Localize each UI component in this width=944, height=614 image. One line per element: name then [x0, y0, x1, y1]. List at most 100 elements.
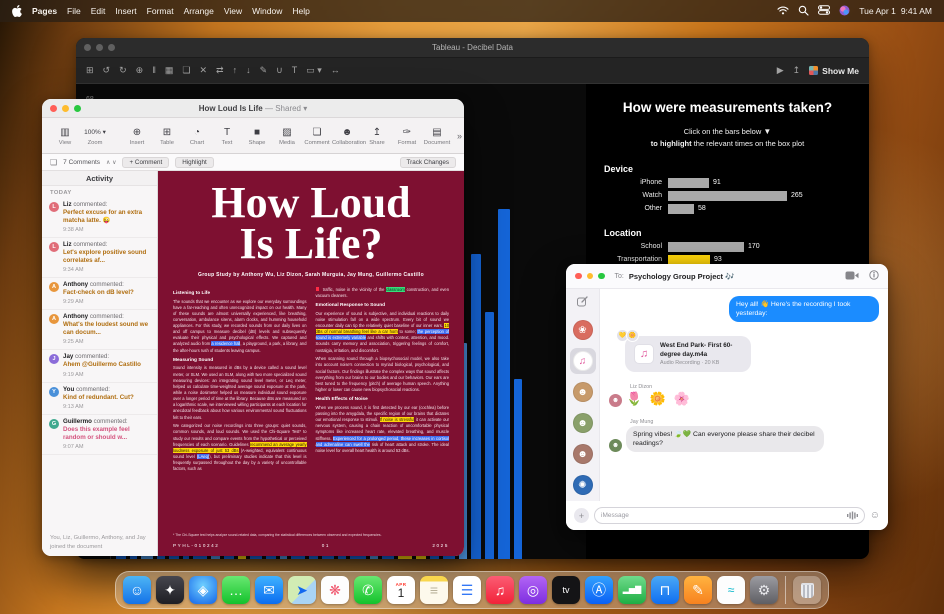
apple-menu-icon[interactable] — [12, 5, 22, 17]
highlight-button[interactable]: Highlight — [175, 157, 214, 168]
redo-icon[interactable]: ↻ — [119, 66, 127, 75]
conversation-avatar[interactable]: ☻ — [570, 379, 596, 405]
panel-bar-watch[interactable] — [668, 191, 787, 201]
dock-notes[interactable]: ≡ — [420, 576, 448, 604]
search-icon[interactable] — [798, 5, 809, 18]
toolbar-overflow-chevron[interactable]: » — [457, 131, 462, 141]
menu-arrange[interactable]: Arrange — [184, 6, 214, 16]
dock-maps[interactable]: ➤ — [288, 576, 316, 604]
app-menu-pages[interactable]: Pages — [32, 6, 57, 16]
sent-message-bubble[interactable]: Hey all! 👋 Here's the recording I took y… — [729, 296, 879, 322]
presentation-mode-icon[interactable]: ▶ — [777, 66, 784, 75]
menu-clock[interactable]: Tue Apr 1 9:41 AM — [859, 6, 932, 16]
share-workbook-icon[interactable]: ↥ — [793, 66, 801, 75]
toolbar-view[interactable]: ▥View — [50, 126, 80, 146]
audio-attachment[interactable]: 💛 🌼 ♫ West End Park- First 60-degree day… — [625, 336, 751, 371]
highlight-icon[interactable]: ✎ — [260, 66, 268, 75]
menu-insert[interactable]: Insert — [115, 6, 136, 16]
dock-messages[interactable]: … — [222, 576, 250, 604]
toolbar-table[interactable]: ⊞Table — [152, 126, 182, 146]
video-call-icon[interactable] — [845, 267, 859, 285]
toolbar-share[interactable]: ↥Share — [362, 126, 392, 146]
pause-updates-icon[interactable]: ‖ — [152, 66, 156, 75]
tableau-titlebar[interactable]: Tableau - Decibel Data — [76, 38, 869, 58]
audio-message-icon[interactable] — [847, 507, 858, 525]
sort-ascending-icon[interactable]: ↑ — [233, 66, 238, 75]
dock-finder[interactable]: ☺ — [123, 576, 151, 604]
dock-trash[interactable] — [793, 576, 821, 604]
wifi-icon[interactable] — [777, 6, 789, 17]
control-center-icon[interactable] — [818, 5, 830, 17]
received-message-bubble[interactable]: Spring vibes! 🍃💚 Can everyone please sha… — [626, 426, 824, 452]
toolbar-document[interactable]: ▤Document — [422, 126, 452, 146]
comments-count[interactable]: 7 Comments — [63, 159, 100, 166]
toolbar-text[interactable]: TText — [212, 126, 242, 146]
dock-app-store[interactable]: Ⓐ — [585, 576, 613, 604]
dock-keynote[interactable]: ⊓ — [651, 576, 679, 604]
sender-avatar[interactable]: ☻ — [609, 439, 622, 452]
dock-freeform[interactable]: ≈ — [717, 576, 745, 604]
tapback-emoji[interactable]: 🌼 — [626, 329, 639, 342]
conversation-avatar[interactable]: ❀ — [570, 317, 596, 343]
add-attachment-button[interactable]: + — [574, 508, 589, 523]
panel-bar-school[interactable] — [668, 242, 744, 252]
dock-numbers[interactable]: ▂▅▇ — [618, 576, 646, 604]
toolbar-comment[interactable]: ❏Comment — [302, 126, 332, 146]
box-plot-bar[interactable] — [485, 312, 494, 559]
dock-podcasts[interactable]: ◎ — [519, 576, 547, 604]
dock-pages[interactable]: ✎ — [684, 576, 712, 604]
message-input-field[interactable] — [594, 507, 865, 524]
emoji-picker-icon[interactable]: ☺ — [870, 510, 880, 521]
dock-photos[interactable]: ❋ — [321, 576, 349, 604]
conversation-avatar[interactable]: ☻ — [570, 410, 596, 436]
attachment-card[interactable]: ♫ West End Park- First 60-degree day.m4a… — [625, 336, 751, 371]
show-mark-labels-icon[interactable]: T — [292, 66, 298, 75]
menu-format[interactable]: Format — [147, 6, 174, 16]
menu-view[interactable]: View — [224, 6, 242, 16]
comments-panel-icon[interactable]: ❏ — [50, 158, 57, 167]
fit-selector[interactable]: ▭ ▾ — [306, 66, 322, 75]
activity-header[interactable]: Activity — [42, 171, 157, 186]
toolbar-collaboration[interactable]: ☻Collaboration — [332, 126, 362, 146]
conversation-title[interactable]: Psychology Group Project 🎶 — [629, 272, 735, 281]
box-plot-bar[interactable] — [514, 379, 522, 559]
message-input[interactable] — [601, 512, 843, 519]
toolbar-media[interactable]: ▨Media — [272, 126, 302, 146]
dock-launchpad[interactable]: ✦ — [156, 576, 184, 604]
add-data-icon[interactable]: ⊕ — [136, 66, 144, 75]
close-button[interactable] — [575, 273, 582, 280]
dock-calendar[interactable]: APR1 — [387, 576, 415, 604]
panel-bar-iphone[interactable] — [668, 178, 709, 188]
sender-avatar[interactable]: ☻ — [609, 394, 622, 407]
panel-bar-other[interactable] — [668, 204, 694, 214]
dock-tv[interactable]: tv — [552, 576, 580, 604]
add-comment-button[interactable]: + Comment — [122, 157, 169, 168]
dock-safari[interactable]: ◈ — [189, 576, 217, 604]
flower-emojis-message[interactable]: 🌷 🌼 🌸 — [626, 391, 692, 407]
fit-width-icon[interactable]: ↔ — [331, 66, 340, 75]
undo-icon[interactable]: ↺ — [103, 66, 111, 75]
conversation-avatar[interactable]: ♫ — [570, 348, 596, 374]
document-page[interactable]: How Loud Is Life? Group Study by Anthony… — [158, 171, 464, 556]
dock-mail[interactable]: ✉ — [255, 576, 283, 604]
comment-item[interactable]: AAnthony commented:Fact-check on dB leve… — [42, 278, 157, 310]
conversation-avatar[interactable]: ✺ — [570, 472, 596, 498]
toolbar-format[interactable]: ✑Format — [392, 126, 422, 146]
tableau-logo-icon[interactable]: ⊞ — [86, 66, 94, 75]
minimize-button[interactable] — [587, 273, 594, 280]
comment-item[interactable]: LLiz commented:Let's explore positive so… — [42, 238, 157, 278]
dock-music[interactable]: ♫ — [486, 576, 514, 604]
sort-descending-icon[interactable]: ↓ — [246, 66, 251, 75]
dock-reminders[interactable]: ☰ — [453, 576, 481, 604]
new-worksheet-icon[interactable]: ▦ — [165, 66, 174, 75]
comment-nav-arrows[interactable]: ∧ ∨ — [106, 159, 116, 166]
comment-item[interactable]: JJay commented:Ahem @Guillermo Castillo9… — [42, 350, 157, 382]
dock-facetime[interactable]: ✆ — [354, 576, 382, 604]
box-plot-bar[interactable] — [498, 209, 510, 559]
track-changes-button[interactable]: Track Changes — [400, 157, 456, 168]
comment-item[interactable]: YYou commented:Kind of redundant. Cut?9:… — [42, 383, 157, 415]
toolbar-zoom[interactable]: 100% ▾Zoom — [80, 126, 110, 146]
group-members-icon[interactable]: ∪ — [276, 66, 283, 75]
dock-settings[interactable]: ⚙ — [750, 576, 778, 604]
info-icon[interactable] — [869, 267, 879, 285]
